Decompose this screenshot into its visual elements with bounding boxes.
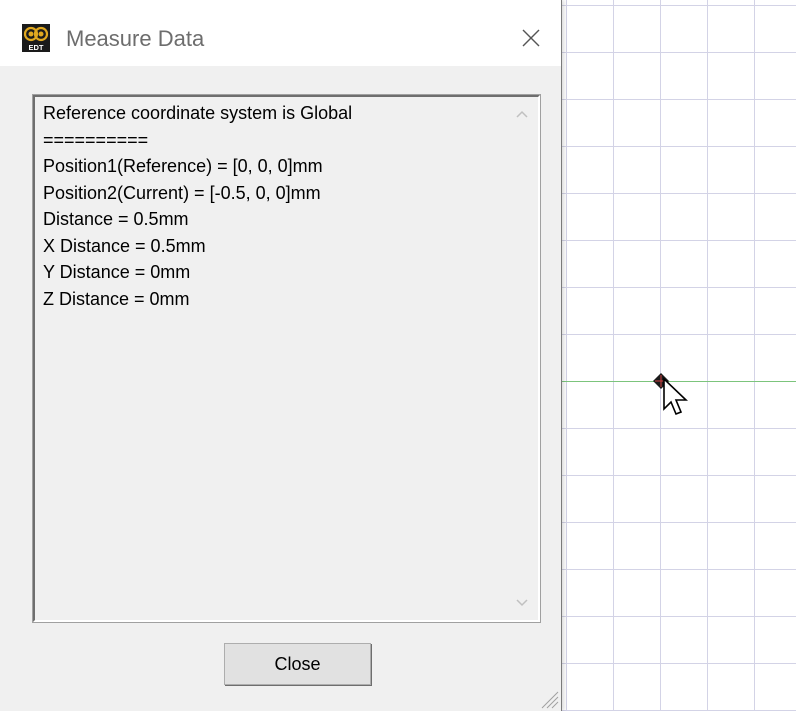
output-line: X Distance = 0.5mm xyxy=(43,235,206,256)
chevron-up-icon xyxy=(516,110,528,118)
close-button[interactable]: Close xyxy=(224,643,371,685)
close-window-button[interactable] xyxy=(514,18,548,58)
chevron-down-icon xyxy=(516,599,528,607)
edt-app-icon: EDT xyxy=(22,24,50,52)
title-bar[interactable]: EDT Measure Data xyxy=(0,0,561,66)
mouse-pointer-icon xyxy=(663,377,688,416)
output-line: Position2(Current) = [-0.5, 0, 0]mm xyxy=(43,182,321,203)
dialog-title: Measure Data xyxy=(66,26,205,51)
measurement-output-textbox[interactable]: Reference coordinate system is Global ===… xyxy=(32,94,541,623)
output-line: ========== xyxy=(43,129,149,150)
measurement-output-text: Reference coordinate system is Global ===… xyxy=(43,100,352,312)
measure-data-dialog: EDT Measure Data Reference coordinate sy… xyxy=(0,0,562,711)
output-line: Distance = 0.5mm xyxy=(43,209,189,229)
vertical-scrollbar[interactable] xyxy=(506,97,538,620)
output-line: Y Distance = 0mm xyxy=(43,262,191,282)
close-button-label: Close xyxy=(274,653,321,674)
output-line: Position1(Reference) = [0, 0, 0]mm xyxy=(43,156,323,176)
scroll-down-button[interactable] xyxy=(506,588,538,618)
output-line: Z Distance = 0mm xyxy=(43,288,190,309)
scroll-up-button[interactable] xyxy=(506,99,538,129)
svg-text:EDT: EDT xyxy=(29,43,44,52)
resize-grip-icon[interactable] xyxy=(536,686,560,710)
output-line: Reference coordinate system is Global xyxy=(43,103,353,123)
close-icon xyxy=(522,29,540,47)
